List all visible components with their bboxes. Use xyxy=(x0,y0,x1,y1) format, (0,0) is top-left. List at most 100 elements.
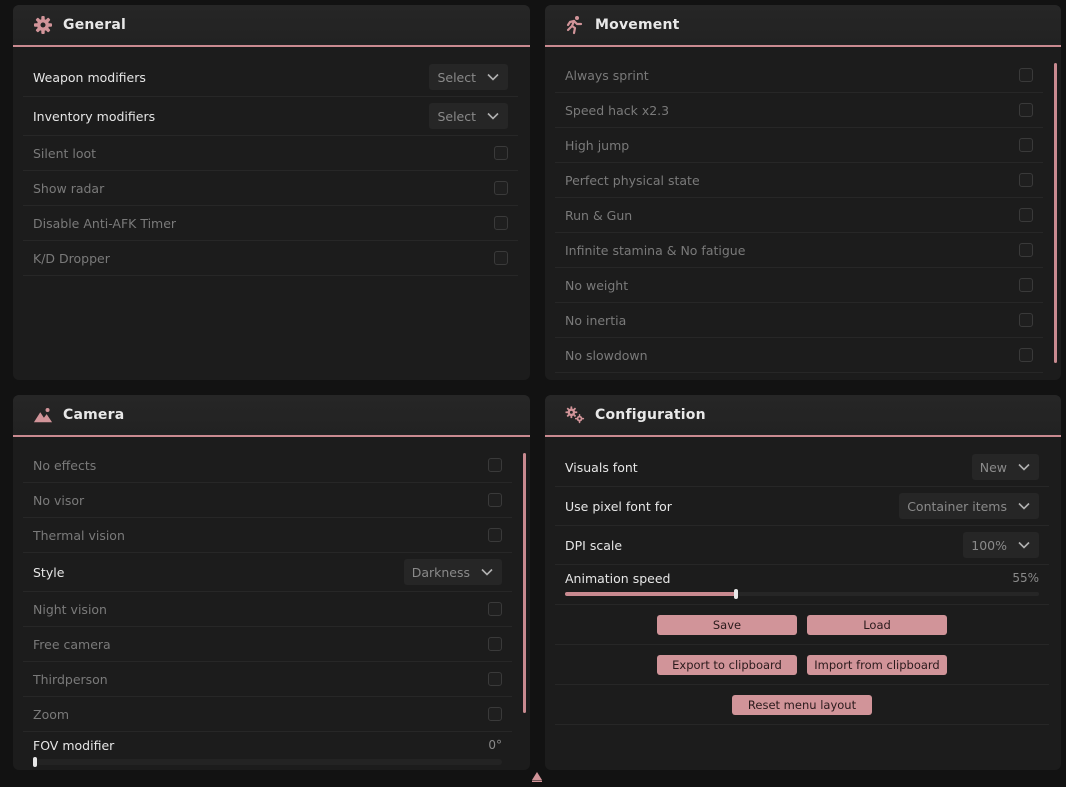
dpi-scale-label: DPI scale xyxy=(565,537,623,553)
load-button[interactable]: Load xyxy=(807,614,947,635)
visuals-font-value: New xyxy=(979,459,1007,475)
free-camera-checkbox[interactable] xyxy=(488,637,502,651)
high-jump-checkbox[interactable] xyxy=(1019,138,1033,152)
no-visor-label: No visor xyxy=(33,492,85,508)
import-clipboard-button[interactable]: Import from clipboard xyxy=(807,654,947,675)
infinite-stamina-label: Infinite stamina & No fatigue xyxy=(565,242,746,258)
configuration-panel: Configuration Visuals font New Use pixel… xyxy=(545,395,1061,770)
movement-scrollbar[interactable] xyxy=(1054,63,1057,363)
disable-anti-afk-checkbox[interactable] xyxy=(494,216,508,230)
thermal-vision-label: Thermal vision xyxy=(33,527,125,543)
thermal-vision-row: Thermal vision xyxy=(23,518,512,553)
no-inertia-row: No inertia xyxy=(555,303,1043,338)
inventory-modifiers-select[interactable]: Select xyxy=(429,103,508,129)
visuals-font-label: Visuals font xyxy=(565,459,638,475)
inventory-modifiers-label: Inventory modifiers xyxy=(33,108,156,124)
always-sprint-label: Always sprint xyxy=(565,67,649,83)
fov-modifier-handle[interactable] xyxy=(33,757,37,767)
run-and-gun-row: Run & Gun xyxy=(555,198,1043,233)
weapon-modifiers-label: Weapon modifiers xyxy=(33,69,146,85)
configuration-title: Configuration xyxy=(595,407,706,423)
kd-dropper-row: K/D Dropper xyxy=(23,241,518,276)
export-clipboard-button[interactable]: Export to clipboard xyxy=(657,654,797,675)
reset-menu-layout-button[interactable]: Reset menu layout xyxy=(732,694,872,715)
silent-loot-checkbox[interactable] xyxy=(494,146,508,160)
save-load-row: Save Load xyxy=(555,605,1049,645)
no-weight-label: No weight xyxy=(565,277,629,293)
night-vision-checkbox[interactable] xyxy=(488,602,502,616)
zoom-label: Zoom xyxy=(33,706,70,722)
perfect-physical-state-checkbox[interactable] xyxy=(1019,173,1033,187)
thirdperson-checkbox[interactable] xyxy=(488,672,502,686)
thirdperson-label: Thirdperson xyxy=(33,671,108,687)
no-slowdown-label: No slowdown xyxy=(565,347,648,363)
high-jump-row: High jump xyxy=(555,128,1043,163)
reset-row: Reset menu layout xyxy=(555,685,1049,725)
collapse-triangle-icon[interactable] xyxy=(531,767,543,782)
animation-speed-label: Animation speed xyxy=(565,571,671,586)
show-radar-checkbox[interactable] xyxy=(494,181,508,195)
infinite-stamina-checkbox[interactable] xyxy=(1019,243,1033,257)
animation-speed-handle[interactable] xyxy=(733,589,738,599)
run-and-gun-label: Run & Gun xyxy=(565,207,633,223)
always-sprint-row: Always sprint xyxy=(555,58,1043,93)
speed-hack-row: Speed hack x2.3 xyxy=(555,93,1043,128)
animation-speed-fill xyxy=(565,592,736,596)
fov-modifier-slider[interactable] xyxy=(33,757,502,767)
no-effects-label: No effects xyxy=(33,457,97,473)
no-slowdown-checkbox[interactable] xyxy=(1019,348,1033,362)
movement-panel: Movement Always sprint Speed hack x2.3 H… xyxy=(545,5,1061,380)
style-label: Style xyxy=(33,564,65,580)
silent-loot-label: Silent loot xyxy=(33,145,97,161)
infinite-stamina-row: Infinite stamina & No fatigue xyxy=(555,233,1043,268)
run-and-gun-checkbox[interactable] xyxy=(1019,208,1033,222)
animation-speed-slider[interactable] xyxy=(565,589,1039,599)
speed-hack-label: Speed hack x2.3 xyxy=(565,102,670,118)
pixel-font-label: Use pixel font for xyxy=(565,498,672,514)
silent-loot-row: Silent loot xyxy=(23,136,518,171)
inventory-modifiers-value: Select xyxy=(437,108,476,124)
general-panel: General Weapon modifiers Select Inventor… xyxy=(13,5,530,380)
camera-scrollbar[interactable] xyxy=(523,453,526,713)
no-effects-checkbox[interactable] xyxy=(488,458,502,472)
running-person-icon xyxy=(565,15,585,35)
save-button[interactable]: Save xyxy=(657,614,797,635)
weapon-modifiers-select[interactable]: Select xyxy=(429,64,508,90)
no-visor-checkbox[interactable] xyxy=(488,493,502,507)
free-camera-label: Free camera xyxy=(33,636,111,652)
zoom-row: Zoom xyxy=(23,697,512,732)
no-weight-row: No weight xyxy=(555,268,1043,303)
fov-modifier-label: FOV modifier xyxy=(33,738,115,753)
dpi-scale-value: 100% xyxy=(971,537,1007,553)
zoom-checkbox[interactable] xyxy=(488,707,502,721)
always-sprint-checkbox[interactable] xyxy=(1019,68,1033,82)
free-camera-row: Free camera xyxy=(23,627,512,662)
general-header: General xyxy=(13,5,530,47)
disable-anti-afk-row: Disable Anti-AFK Timer xyxy=(23,206,518,241)
style-value: Darkness xyxy=(411,564,470,580)
no-slowdown-row: No slowdown xyxy=(555,338,1043,373)
clipboard-row: Export to clipboard Import from clipboar… xyxy=(555,645,1049,685)
night-vision-label: Night vision xyxy=(33,601,107,617)
animation-speed-value: 55% xyxy=(1012,571,1039,585)
no-inertia-checkbox[interactable] xyxy=(1019,313,1033,327)
kd-dropper-label: K/D Dropper xyxy=(33,250,110,266)
thermal-vision-checkbox[interactable] xyxy=(488,528,502,542)
kd-dropper-checkbox[interactable] xyxy=(494,251,508,265)
configuration-header: Configuration xyxy=(545,395,1061,437)
thirdperson-row: Thirdperson xyxy=(23,662,512,697)
no-effects-row: No effects xyxy=(23,448,512,483)
speed-hack-checkbox[interactable] xyxy=(1019,103,1033,117)
style-row: Style Darkness xyxy=(23,553,512,592)
perfect-physical-state-label: Perfect physical state xyxy=(565,172,700,188)
pixel-font-select[interactable]: Container items xyxy=(899,493,1039,519)
chevron-down-icon xyxy=(1017,538,1031,552)
visuals-font-select[interactable]: New xyxy=(971,454,1039,480)
no-weight-checkbox[interactable] xyxy=(1019,278,1033,292)
style-select[interactable]: Darkness xyxy=(403,559,502,585)
weapon-modifiers-value: Select xyxy=(437,69,476,85)
dpi-scale-select[interactable]: 100% xyxy=(963,532,1039,558)
visuals-font-row: Visuals font New xyxy=(555,448,1049,487)
perfect-physical-state-row: Perfect physical state xyxy=(555,163,1043,198)
chevron-down-icon xyxy=(1017,499,1031,513)
